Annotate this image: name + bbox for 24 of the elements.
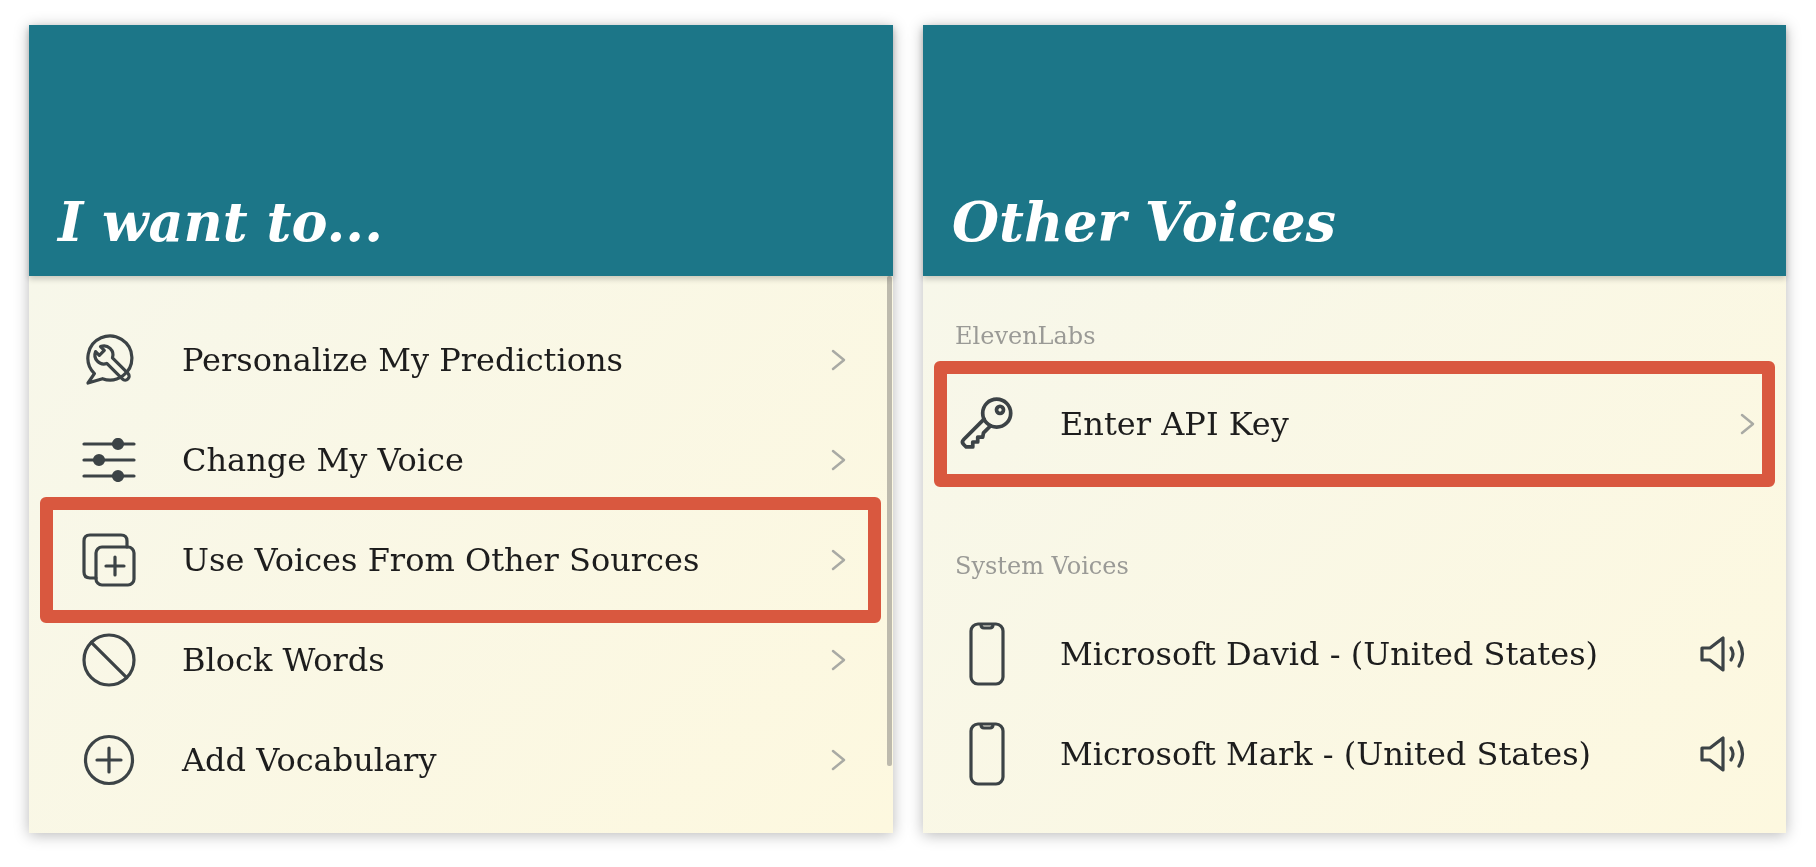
plus-circle-icon [83, 734, 135, 786]
prohibited-icon [81, 632, 137, 688]
panel-title: Other Voices [952, 190, 1336, 255]
chevron-icon [830, 548, 847, 572]
phone-icon [969, 722, 1005, 786]
sliders-icon [82, 438, 136, 482]
menu-item[interactable]: Use Voices From Other Sources [40, 497, 881, 623]
chevron-icon [1739, 412, 1756, 436]
scrollbar[interactable] [887, 276, 892, 766]
chevron-icon [830, 348, 847, 372]
panel-title: I want to... [58, 190, 383, 255]
key-icon [959, 396, 1015, 452]
voice-item[interactable]: Microsoft Mark - (United States) [934, 704, 1775, 804]
chevron-icon [830, 448, 847, 472]
voice-item[interactable]: Microsoft David - (United States) [934, 604, 1775, 704]
chevron-icon [830, 748, 847, 772]
section-heading: ElevenLabs [955, 321, 1097, 351]
stacked-squares-plus-icon [81, 532, 137, 588]
menu-item[interactable]: Add Vocabulary [40, 710, 881, 810]
menu-item[interactable]: Enter API Key [934, 361, 1775, 487]
chevron-icon [830, 648, 847, 672]
section-heading: System Voices [955, 551, 1130, 581]
menu-item[interactable]: Personalize My Predictions [40, 310, 881, 410]
phone-icon [969, 622, 1005, 686]
